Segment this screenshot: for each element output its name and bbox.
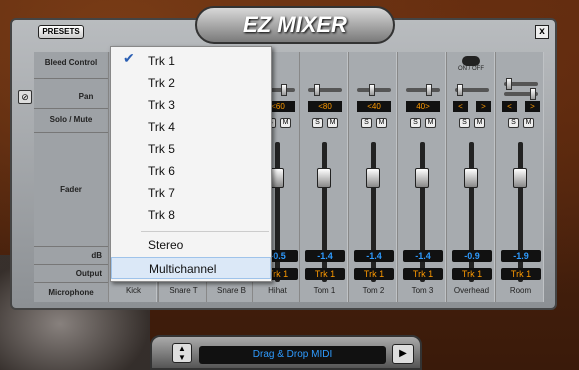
channel-tom-2: <40 S M -1.4 Trk 1 Tom 2 (348, 52, 397, 302)
fader-knob[interactable] (513, 168, 527, 188)
menu-item-trk-2[interactable]: Trk 2 (111, 72, 271, 94)
mute-button[interactable]: M (425, 118, 436, 128)
pan-value: <80 (308, 101, 342, 112)
menu-item-stereo[interactable]: Stereo (111, 234, 271, 256)
solo-button[interactable]: S (312, 118, 323, 128)
channel-tom-3: 40> S M -1.4 Trk 1 Tom 3 (397, 52, 446, 302)
solo-button[interactable]: S (361, 118, 372, 128)
db-readout: -1.4 (354, 250, 394, 262)
menu-item-trk-6[interactable]: Trk 6 (111, 160, 271, 182)
db-readout: -1.4 (305, 250, 345, 262)
menu-item-trk-1[interactable]: Trk 1 (111, 50, 271, 72)
microphone-label: Microphone (48, 288, 94, 297)
pan-left-button[interactable]: < (502, 101, 517, 112)
channel-name: Snare T (169, 286, 198, 295)
channel-overhead: < > S M -0.9 Trk 1 Overhead (446, 52, 495, 302)
pan-slider[interactable] (504, 78, 538, 90)
db-label: dB (34, 247, 108, 265)
drag-drop-midi[interactable]: Drag & Drop MIDI (199, 346, 386, 364)
solo-button[interactable]: S (508, 118, 519, 128)
pan-value: 40> (406, 101, 440, 112)
channel-name: Tom 1 (313, 286, 336, 295)
menu-item-trk-7[interactable]: Trk 7 (111, 182, 271, 204)
db-readout: -0.9 (452, 250, 492, 262)
mute-button[interactable]: M (280, 118, 291, 128)
toggle-switch-icon[interactable] (462, 56, 480, 66)
play-icon[interactable]: ▶ (392, 344, 414, 364)
solo-button[interactable]: S (459, 118, 470, 128)
menu-item-trk-3[interactable]: Trk 3 (111, 94, 271, 116)
pan-value: <40 (357, 101, 391, 112)
mute-button[interactable]: M (523, 118, 534, 128)
app-logo: EZ MIXER (195, 6, 395, 44)
pan-right-button[interactable]: > (476, 101, 491, 112)
channel-name: Overhead (453, 286, 490, 295)
pan-slider[interactable] (406, 84, 440, 96)
menu-item-trk-8[interactable]: Trk 8 (111, 204, 271, 226)
pan-slider-right[interactable] (504, 88, 538, 100)
output-select[interactable]: Trk 1 (501, 268, 541, 280)
channel-name: Kick (125, 286, 142, 295)
output-label: Output (34, 265, 108, 283)
db-readout: -1.4 (403, 250, 443, 262)
channel-name: Room (509, 286, 532, 295)
menu-item-trk-5[interactable]: Trk 5 (111, 138, 271, 160)
switch-label: ON / OFF (458, 66, 484, 72)
output-dropdown-menu: ✔ Trk 1 Trk 2 Trk 3 Trk 4 Trk 5 Trk 6 Tr… (110, 46, 272, 282)
solo-mute-label: Solo / Mute (34, 109, 108, 133)
fader-knob[interactable] (270, 168, 284, 188)
fader-label: Fader (34, 133, 108, 247)
pan-stereo-controls: < > (502, 101, 540, 112)
fader-knob[interactable] (366, 168, 380, 188)
mute-button[interactable]: M (327, 118, 338, 128)
pan-slider[interactable] (308, 84, 342, 96)
channel-name: Tom 2 (362, 286, 385, 295)
channel-name: Tom 3 (411, 286, 434, 295)
menu-item-multichannel[interactable]: Multichannel (111, 257, 271, 279)
fader-knob[interactable] (415, 168, 429, 188)
menu-item-trk-4[interactable]: Trk 4 (111, 116, 271, 138)
mute-button[interactable]: M (376, 118, 387, 128)
pan-stereo-controls: < > (453, 101, 491, 112)
pan-right-button[interactable]: > (525, 101, 540, 112)
pan-left-button[interactable]: < (453, 101, 468, 112)
menu-separator (141, 231, 269, 232)
db-readout: -1.9 (501, 250, 541, 262)
row-labels: Bleed Control Pan Solo / Mute Fader dB O… (34, 52, 108, 302)
solo-button[interactable]: S (410, 118, 421, 128)
pan-slider[interactable] (455, 84, 489, 96)
close-button[interactable]: x (535, 25, 549, 39)
output-select[interactable]: Trk 1 (354, 268, 394, 280)
bleed-control-label: Bleed Control (34, 52, 108, 79)
mute-button[interactable]: M (474, 118, 485, 128)
bleed-switch[interactable]: ON / OFF (452, 56, 490, 72)
output-select[interactable]: Trk 1 (305, 268, 345, 280)
channel-name: Snare B (217, 286, 246, 295)
pan-slider[interactable] (357, 84, 391, 96)
up-down-arrows-icon[interactable]: ▲ ▼ (172, 343, 192, 363)
fader-knob[interactable] (464, 168, 478, 188)
fader-knob[interactable] (317, 168, 331, 188)
channel-name: Hihat (268, 286, 287, 295)
pan-link-icon[interactable]: ⊘ (18, 90, 32, 104)
channel-tom-1: <80 S M -1.4 Trk 1 Tom 1 (299, 52, 348, 302)
presets-button[interactable]: PRESETS (38, 25, 84, 39)
channel-room: < > S M -1.9 Trk 1 Room (495, 52, 544, 302)
pan-label: Pan (34, 79, 108, 109)
output-select[interactable]: Trk 1 (403, 268, 443, 280)
output-select[interactable]: Trk 1 (452, 268, 492, 280)
